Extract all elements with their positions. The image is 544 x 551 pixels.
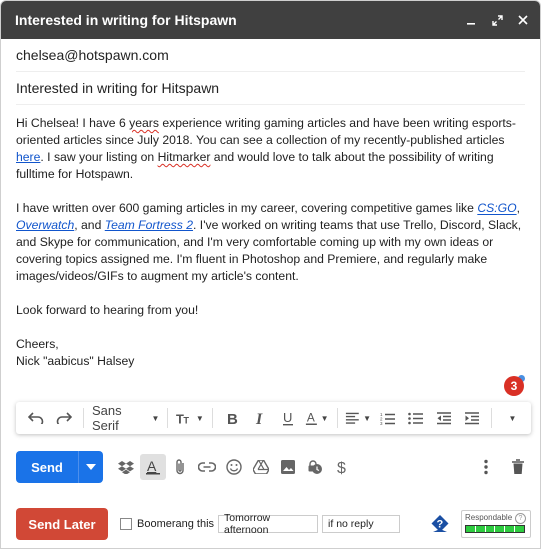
boomerang-condition-input[interactable]: if no reply (322, 515, 401, 533)
google-drive-icon[interactable] (248, 454, 274, 480)
compose-window: Interested in writing for Hitspawn chels… (0, 0, 541, 549)
trash-icon[interactable] (505, 454, 531, 480)
emoji-icon[interactable] (221, 454, 247, 480)
svg-text:$: $ (337, 460, 346, 475)
svg-text:T: T (184, 416, 190, 425)
font-family-value: Sans Serif (91, 403, 122, 433)
body-text-run: . I saw your listing on (40, 150, 158, 164)
svg-text:A: A (147, 459, 157, 474)
svg-text:?: ? (437, 519, 444, 531)
send-options-button[interactable] (78, 451, 103, 483)
minimize-icon[interactable] (464, 13, 478, 27)
expand-icon[interactable] (490, 13, 504, 27)
boomerang-checkbox[interactable] (120, 518, 132, 530)
dropbox-icon[interactable] (113, 454, 139, 480)
indent-less-icon[interactable] (433, 406, 455, 430)
svg-text:B: B (227, 411, 238, 425)
redo-icon[interactable] (53, 406, 75, 430)
text-color-icon[interactable]: A ▼ (305, 406, 329, 430)
attach-file-icon[interactable] (167, 454, 193, 480)
chevron-down-icon: ▼ (320, 413, 329, 423)
subject-text[interactable]: Interested in writing for Hitspawn (16, 80, 219, 96)
boomerang-time-input[interactable]: Tomorrow afternoon (218, 512, 319, 536)
to-field[interactable]: chelsea@hotspawn.com (16, 39, 525, 72)
boomerang-bar: Send Later Boomerang this Tomorrow after… (16, 508, 531, 540)
csgo-link[interactable]: CS:GO (477, 201, 516, 215)
respondable-level-bar (465, 525, 525, 533)
misspelled-word[interactable]: Hitmarker (158, 150, 211, 164)
misspelled-word[interactable]: years (129, 116, 159, 130)
body-signature: Nick "aabicus" Halsey (16, 354, 135, 368)
toolbar-divider (83, 408, 84, 428)
font-family-select[interactable]: Sans Serif ▼ (91, 403, 160, 433)
numbered-list-icon[interactable]: 123 (377, 406, 399, 430)
bulleted-list-icon[interactable] (405, 406, 427, 430)
boomerang-label: Boomerang this (137, 518, 215, 530)
dollar-icon[interactable]: $ (329, 454, 355, 480)
svg-text:I: I (255, 411, 263, 425)
body-text-run: , (516, 201, 520, 215)
chevron-down-icon (86, 464, 96, 470)
overwatch-link[interactable]: Overwatch (16, 218, 74, 232)
chevron-down-icon: ▼ (195, 413, 204, 423)
chevron-down-icon: ▼ (363, 413, 372, 423)
chevron-down-icon: ▼ (151, 413, 160, 423)
recipient-address[interactable]: chelsea@hotspawn.com (16, 47, 169, 63)
svg-text:U: U (283, 411, 292, 425)
body-paragraph-3: Look forward to hearing from you! (16, 303, 199, 317)
question-icon[interactable]: ? (515, 513, 526, 524)
message-body[interactable]: Hi Chelsea! I have 6 years experience wr… (16, 115, 526, 370)
insert-link-icon[interactable] (194, 454, 220, 480)
toolbar-divider (167, 408, 169, 428)
indent-more-icon[interactable] (461, 406, 483, 430)
confidential-mode-icon[interactable] (302, 454, 328, 480)
toolbar-divider (211, 408, 213, 428)
body-paragraph-2: I have written over 600 gaming articles … (16, 200, 526, 285)
compose-titlebar[interactable]: Interested in writing for Hitspawn (1, 1, 540, 39)
chevron-down-icon: ▼ (508, 413, 517, 423)
svg-text:3: 3 (380, 421, 383, 425)
svg-text:A: A (307, 411, 315, 425)
close-icon[interactable] (516, 13, 530, 27)
grammar-badge[interactable]: 3 (504, 376, 524, 396)
articles-link[interactable]: here (16, 150, 40, 164)
undo-icon[interactable] (25, 406, 47, 430)
body-signoff: Cheers, (16, 337, 59, 351)
send-button[interactable]: Send (16, 451, 78, 483)
respondable-meter[interactable]: Respondable ? (461, 510, 531, 538)
send-toolbar: Send A $ (16, 451, 531, 483)
formatting-options-icon[interactable]: A (140, 454, 166, 480)
team-fortress-2-link[interactable]: Team Fortress 2 (105, 218, 193, 232)
more-options-icon[interactable] (473, 454, 499, 480)
formatting-toolbar: Sans Serif ▼ T T ▼ B I U A ▼ ▼ 123 ▼ (16, 402, 531, 434)
more-formatting-icon[interactable]: ▼ (500, 406, 522, 430)
toolbar-divider (491, 408, 493, 428)
italic-icon[interactable]: I (249, 406, 271, 430)
font-size-icon[interactable]: T T ▼ (176, 406, 204, 430)
body-text-run: , and (74, 218, 105, 232)
body-text-run: Hi Chelsea! I have 6 (16, 116, 130, 130)
body-paragraph-1: Hi Chelsea! I have 6 years experience wr… (16, 115, 526, 183)
send-later-button[interactable]: Send Later (16, 508, 108, 540)
insert-photo-icon[interactable] (275, 454, 301, 480)
body-text-run: I have written over 600 gaming articles … (16, 201, 478, 215)
underline-icon[interactable]: U (277, 406, 299, 430)
help-icon[interactable]: ? (430, 514, 450, 534)
compose-title: Interested in writing for Hitspawn (15, 12, 237, 28)
toolbar-divider (336, 408, 338, 428)
bold-icon[interactable]: B (221, 406, 243, 430)
subject-field[interactable]: Interested in writing for Hitspawn (16, 72, 525, 105)
align-icon[interactable]: ▼ (345, 406, 371, 430)
